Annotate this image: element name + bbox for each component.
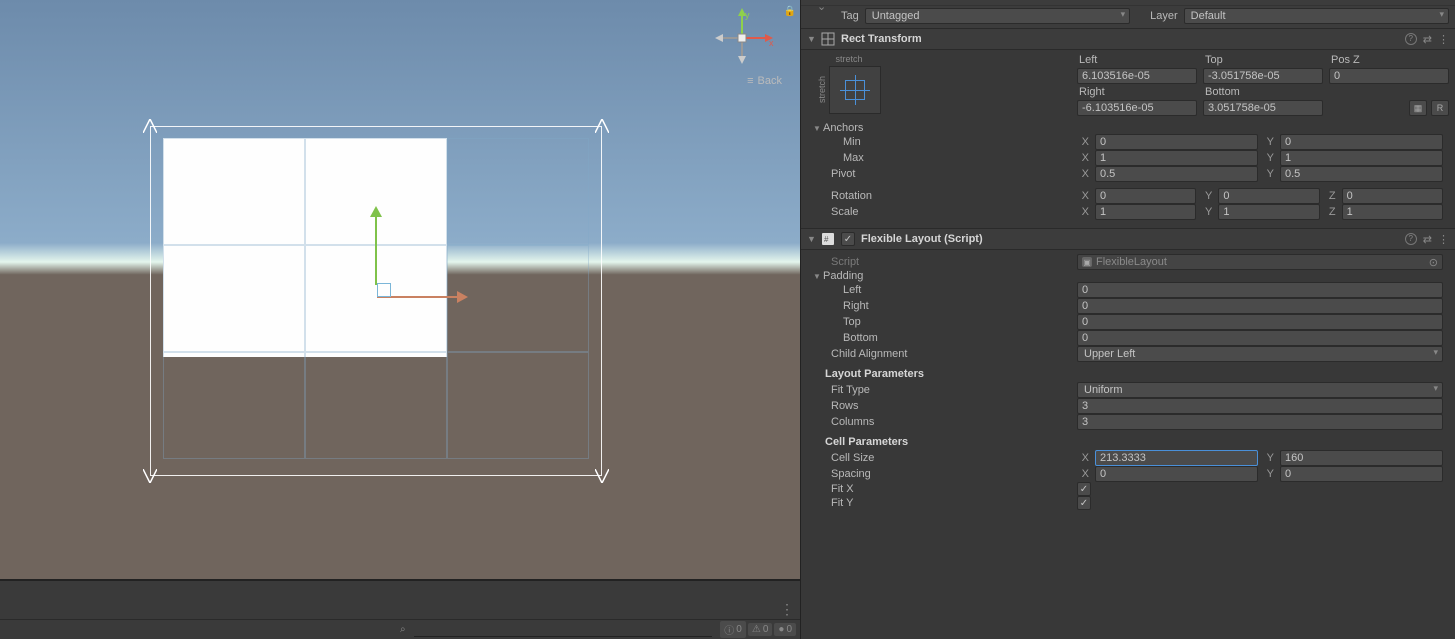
anchor-min-x[interactable] xyxy=(1095,134,1258,150)
stretch-v-label: stretch xyxy=(817,76,827,103)
padding-right[interactable] xyxy=(1077,298,1443,314)
preset-icon[interactable]: ⇄ xyxy=(1423,233,1432,246)
object-picker-icon[interactable]: ⊙ xyxy=(1429,256,1438,269)
pivot-x[interactable] xyxy=(1095,166,1258,182)
left-field[interactable] xyxy=(1077,68,1197,84)
svg-text:#: # xyxy=(824,235,829,244)
fold-icon: ▼ xyxy=(807,234,815,244)
scale-x[interactable] xyxy=(1095,204,1196,220)
rotation-x[interactable] xyxy=(1095,188,1196,204)
anchor-handle-br[interactable] xyxy=(595,469,609,483)
info-icon: ⓘ xyxy=(724,622,734,637)
padding-top[interactable] xyxy=(1077,314,1443,330)
padding-bottom[interactable] xyxy=(1077,330,1443,346)
rows-field[interactable] xyxy=(1077,398,1443,414)
stretch-h-label: stretch xyxy=(835,54,862,64)
panel-menu-icon[interactable]: ⋮ xyxy=(780,601,794,618)
cs-script-icon: ▣ xyxy=(1082,257,1092,267)
selection-outline[interactable] xyxy=(150,126,602,476)
rotation-y[interactable] xyxy=(1218,188,1319,204)
move-gizmo-y[interactable] xyxy=(375,215,377,285)
cell-size-x[interactable] xyxy=(1095,450,1258,466)
cell-parameters-heading: Cell Parameters xyxy=(807,430,1449,450)
component-menu-icon[interactable]: ⋮ xyxy=(1438,33,1449,46)
bottom-field[interactable] xyxy=(1203,100,1323,116)
pivot-y[interactable] xyxy=(1280,166,1443,182)
spacing-x[interactable] xyxy=(1095,466,1258,482)
flexible-layout-header[interactable]: ▼ # Flexible Layout (Script) ? ⇄ ⋮ xyxy=(801,228,1455,250)
rect-transform-header[interactable]: ▼ Rect Transform ? ⇄ ⋮ xyxy=(801,28,1455,50)
posz-field[interactable] xyxy=(1329,68,1449,84)
script-icon: # xyxy=(821,232,835,246)
fit-type-dropdown[interactable]: Uniform xyxy=(1077,382,1443,398)
search-icon: ⌕ xyxy=(400,624,406,635)
layer-label: Layer xyxy=(1150,10,1178,22)
anchor-handle-tr[interactable] xyxy=(595,119,609,133)
fit-x-checkbox[interactable] xyxy=(1077,482,1091,496)
rect-transform-icon xyxy=(821,32,835,46)
fold-icon[interactable]: ▼ xyxy=(813,124,823,133)
padding-left[interactable] xyxy=(1077,282,1443,298)
cell-size-y[interactable] xyxy=(1280,450,1443,466)
script-reference[interactable]: ▣ FlexibleLayout ⊙ xyxy=(1077,254,1443,270)
axis-x-label: x xyxy=(769,38,774,48)
columns-field[interactable] xyxy=(1077,414,1443,430)
layout-parameters-heading: Layout Parameters xyxy=(807,362,1449,382)
child-alignment-dropdown[interactable]: Upper Left xyxy=(1077,346,1443,362)
preset-icon[interactable]: ⇄ xyxy=(1423,33,1432,46)
error-icon: ● xyxy=(778,624,784,635)
help-icon[interactable]: ? xyxy=(1405,233,1417,245)
rotation-z[interactable] xyxy=(1342,188,1443,204)
help-icon[interactable]: ? xyxy=(1405,33,1417,45)
anchor-max-x[interactable] xyxy=(1095,150,1258,166)
warning-icon: ⚠ xyxy=(752,624,761,635)
info-count[interactable]: ⓘ0 xyxy=(720,621,746,638)
anchor-min-y[interactable] xyxy=(1280,134,1443,150)
fit-y-checkbox[interactable] xyxy=(1077,496,1091,510)
warning-count[interactable]: ⚠0 xyxy=(748,623,773,636)
back-button[interactable]: ≡ Back xyxy=(702,75,782,87)
component-enabled-checkbox[interactable] xyxy=(841,232,855,246)
fold-icon: ▼ xyxy=(807,34,815,44)
top-field[interactable] xyxy=(1203,68,1323,84)
menu-icon: ≡ xyxy=(747,75,753,87)
fold-icon[interactable]: ▼ xyxy=(813,272,823,281)
scale-z[interactable] xyxy=(1342,204,1443,220)
component-menu-icon[interactable]: ⋮ xyxy=(1438,233,1449,246)
layer-dropdown[interactable]: Default xyxy=(1184,8,1449,24)
spacing-y[interactable] xyxy=(1280,466,1443,482)
anchor-max-y[interactable] xyxy=(1280,150,1443,166)
move-gizmo-xy[interactable] xyxy=(377,283,391,297)
anchor-handle-bl[interactable] xyxy=(143,469,157,483)
axis-y-label: y xyxy=(745,10,750,20)
project-search-input[interactable] xyxy=(414,623,713,637)
tag-label: Tag xyxy=(841,10,859,22)
lock-icon[interactable]: 🔒 xyxy=(784,6,796,17)
error-count[interactable]: ●0 xyxy=(774,623,796,636)
scale-y[interactable] xyxy=(1218,204,1319,220)
right-field[interactable] xyxy=(1077,100,1197,116)
blueprint-mode-button[interactable]: ▦ xyxy=(1409,100,1427,116)
tag-dropdown[interactable]: Untagged xyxy=(865,8,1130,24)
anchor-preset-button[interactable] xyxy=(829,66,881,114)
scene-view[interactable]: 🔒 y x ≡ Back xyxy=(0,0,800,639)
anchor-handle-tl[interactable] xyxy=(143,119,157,133)
inspector-panel: ⌄ Tag Untagged Layer Default ▼ Rect Tran… xyxy=(800,0,1455,639)
orientation-gizmo[interactable]: y x ≡ Back xyxy=(702,8,782,87)
raw-edit-button[interactable]: R xyxy=(1431,100,1449,116)
